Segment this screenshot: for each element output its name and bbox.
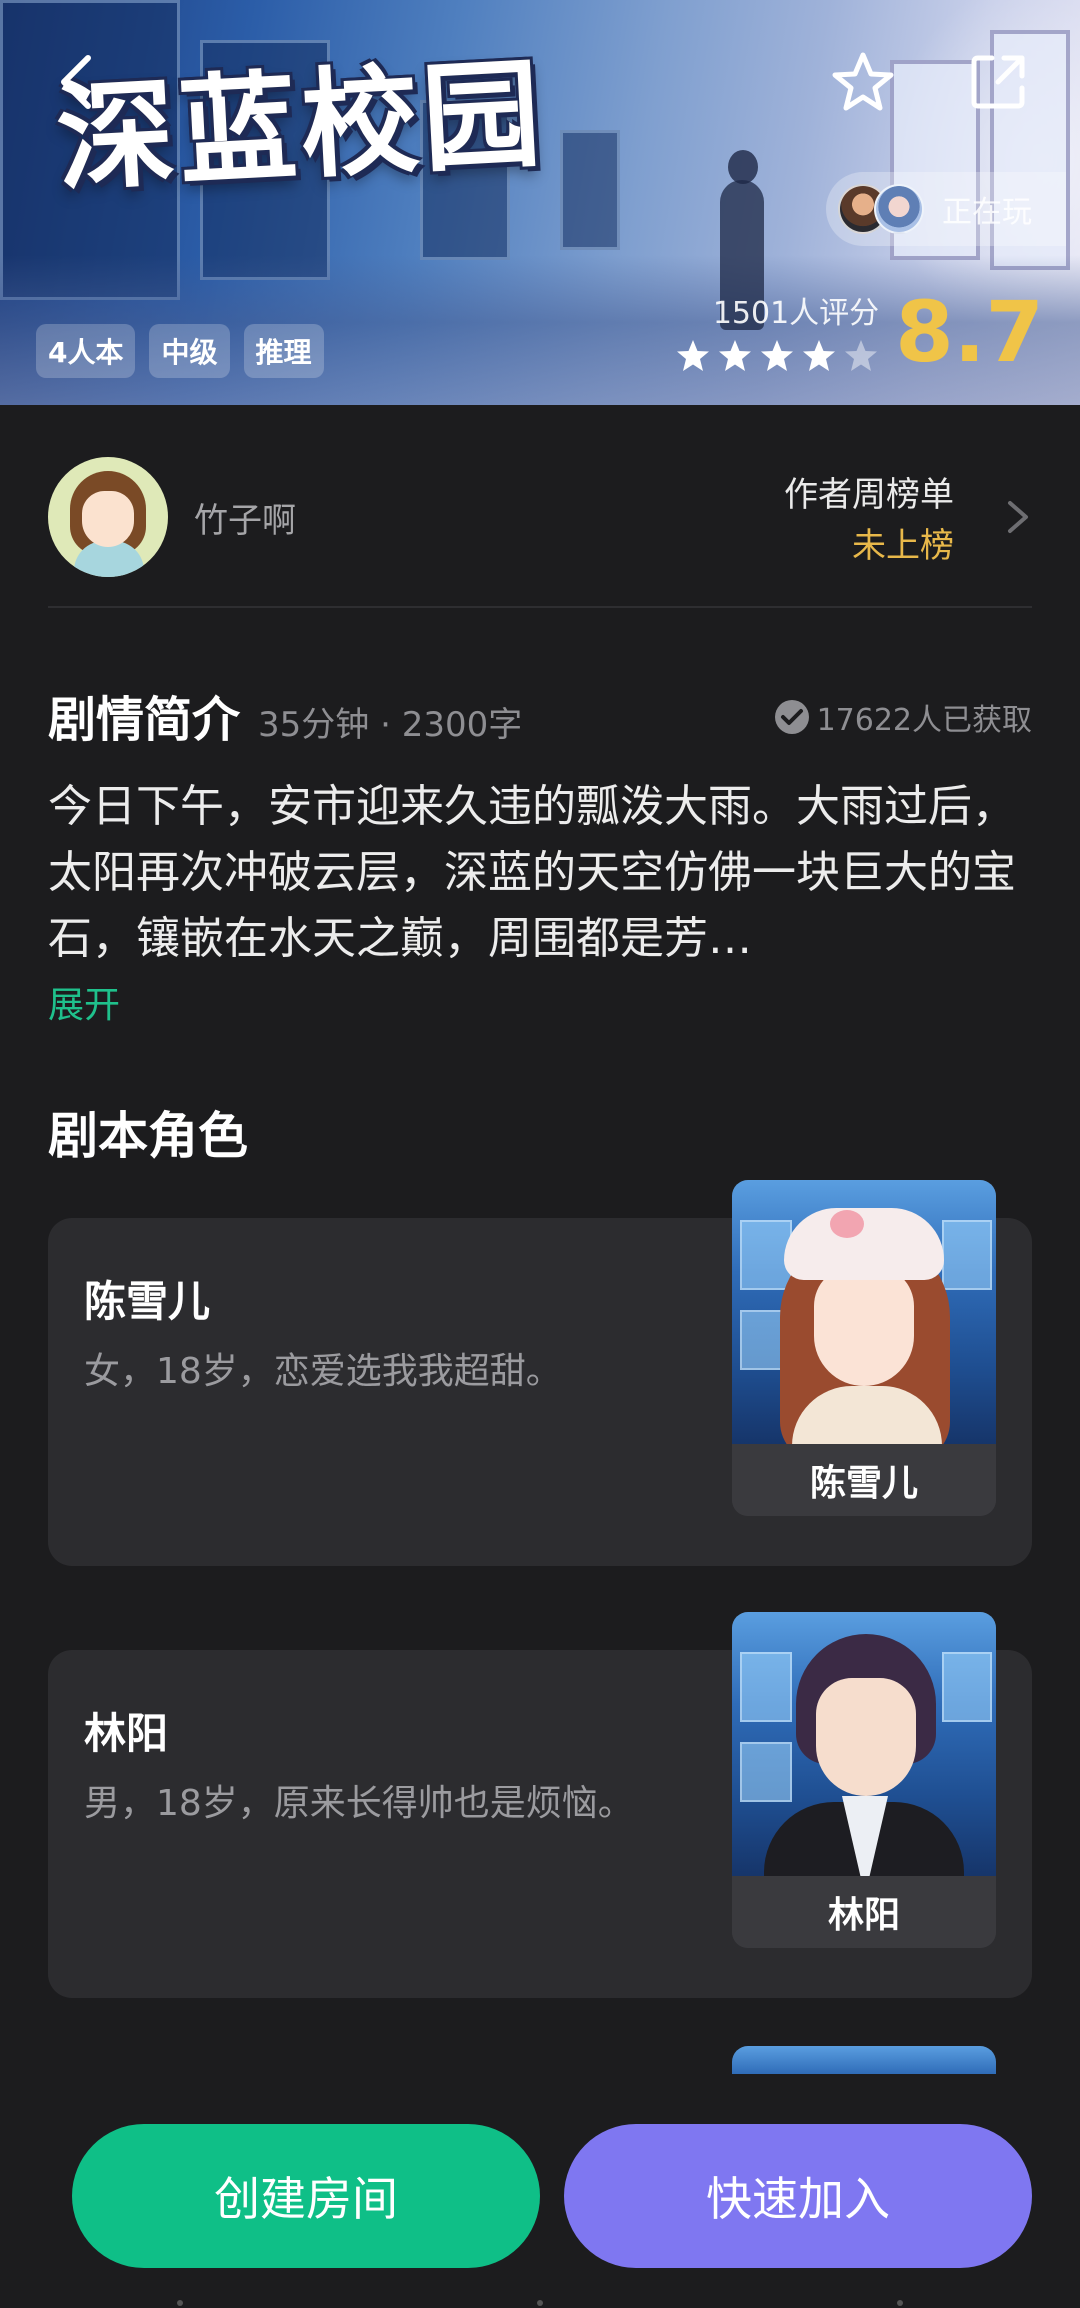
role-portrait-art bbox=[732, 1180, 996, 1466]
star-icon bbox=[677, 340, 710, 371]
hero-title: 深蓝校园 bbox=[53, 44, 548, 208]
check-circle-icon bbox=[774, 700, 809, 734]
obtained-text: 17622人已获取 bbox=[816, 703, 1032, 738]
author-row: 竹子啊 作者周榜单 未上榜 bbox=[48, 452, 1032, 608]
role-card[interactable]: 林阳 男，18岁，原来长得帅也是烦恼。 林阳 bbox=[48, 1612, 1032, 1998]
author-name[interactable]: 竹子啊 bbox=[194, 493, 296, 542]
page-dots bbox=[0, 2300, 1080, 2308]
rating-count: 1501人评分 bbox=[712, 296, 880, 331]
tag-players: 4人本 bbox=[36, 324, 136, 378]
role-card[interactable]: 陈雪儿 女，18岁，恋爱选我我超甜。 陈雪儿 bbox=[48, 1180, 1032, 1566]
player-avatar bbox=[874, 184, 924, 234]
role-desc: 男，18岁，原来长得帅也是烦恼。 bbox=[84, 1783, 634, 1824]
star-icon bbox=[803, 340, 836, 371]
author-avatar[interactable] bbox=[48, 457, 168, 577]
create-room-button[interactable]: 创建房间 bbox=[72, 2124, 540, 2268]
star-icon bbox=[719, 340, 752, 371]
star-icon bbox=[845, 340, 878, 371]
bottom-action-bar: 创建房间 快速加入 bbox=[0, 2078, 1080, 2308]
synopsis-meta: 35分钟 · 2300字 bbox=[258, 705, 523, 745]
star-outline-icon[interactable] bbox=[830, 50, 896, 116]
tag-genre: 推理 bbox=[243, 324, 324, 378]
rating-score: 8.7 bbox=[895, 283, 1044, 381]
star-icon bbox=[761, 340, 794, 371]
rank-status: 未上榜 bbox=[852, 526, 954, 566]
synopsis-title: 剧情简介 bbox=[48, 692, 241, 748]
share-icon[interactable] bbox=[968, 52, 1028, 112]
rating-block: 1501人评分 8.7 bbox=[675, 288, 1044, 374]
roles-title: 剧本角色 bbox=[48, 1107, 248, 1165]
rating-stars bbox=[675, 338, 879, 374]
role-portrait[interactable]: 林阳 bbox=[732, 1612, 996, 1948]
role-name: 林阳 bbox=[84, 1709, 169, 1758]
now-playing-pill[interactable]: 正在玩 bbox=[826, 172, 1066, 246]
chevron-right-icon bbox=[1008, 501, 1028, 533]
role-portrait-label: 陈雪儿 bbox=[732, 1444, 996, 1516]
role-desc: 女，18岁，恋爱选我我超甜。 bbox=[84, 1351, 562, 1392]
obtained-count: 17622人已获取 bbox=[773, 695, 1032, 739]
role-name: 陈雪儿 bbox=[84, 1277, 211, 1326]
author-rank-link[interactable]: 作者周榜单 未上榜 bbox=[784, 467, 1032, 567]
role-portrait[interactable]: 陈雪儿 bbox=[732, 1180, 996, 1516]
tag-difficulty: 中级 bbox=[149, 324, 230, 378]
hero-banner: 深蓝校园 正在玩 4人本 中级 推理 1501人评分 8.7 bbox=[0, 0, 1080, 405]
now-playing-label: 正在玩 bbox=[942, 195, 1032, 230]
quick-join-button[interactable]: 快速加入 bbox=[564, 2124, 1032, 2268]
synopsis-header: 剧情简介 35分钟 · 2300字 17622人已获取 bbox=[48, 680, 1032, 750]
role-portrait-label: 林阳 bbox=[732, 1876, 996, 1948]
role-portrait-art bbox=[732, 1612, 996, 1892]
back-icon[interactable] bbox=[54, 52, 98, 112]
rank-title: 作者周榜单 bbox=[784, 475, 954, 515]
expand-link[interactable]: 展开 bbox=[48, 976, 120, 1028]
hero-bg-door bbox=[560, 130, 620, 250]
synopsis-text: 今日下午，安市迎来久违的瓢泼大雨。大雨过后，太阳再次冲破云层，深蓝的天空仿佛一块… bbox=[48, 781, 1016, 964]
tag-list: 4人本 中级 推理 bbox=[36, 324, 324, 378]
role-portrait-partial bbox=[732, 2046, 996, 2074]
